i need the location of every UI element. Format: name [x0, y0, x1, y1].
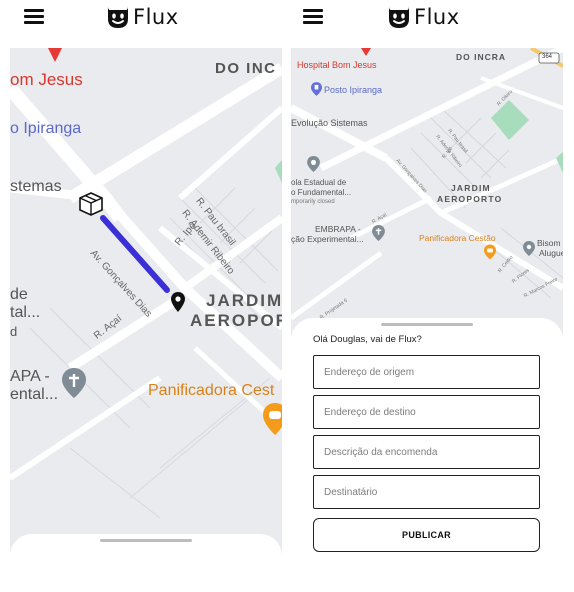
school-poi-icon[interactable] [307, 156, 320, 177]
map-label-sistemas: stemas [10, 178, 62, 195]
map-label-panificadora: Panificadora Cestão [419, 233, 496, 243]
map-label-evolucao: Evolução Sistemas [291, 118, 368, 128]
map-view[interactable]: om Jesus o Ipiranga stemas DO INC de tal… [10, 48, 282, 572]
hamburger-menu-icon[interactable] [24, 9, 44, 25]
map-label-aeroport: AEROPORT [190, 311, 282, 330]
map-label-escola-1: ola Estadual de [291, 178, 347, 187]
map-label-bom-jesus: om Jesus [10, 70, 83, 89]
flux-logo: Flux [105, 2, 179, 32]
brand-name: Flux [414, 5, 460, 29]
destination-address-input[interactable] [313, 395, 540, 429]
hamburger-menu-icon[interactable] [303, 9, 323, 25]
bakery-poi-icon[interactable] [484, 244, 496, 265]
map-view[interactable]: 364 Hospital Bom Jesus Posto Ipiranga Ev… [291, 48, 563, 338]
map-label-de: de [10, 286, 28, 303]
map-label-apa: APA - [10, 368, 50, 385]
map-label-jardim: JARDIM [451, 183, 491, 193]
gas-station-poi-icon[interactable] [311, 82, 322, 101]
embrapa-poi-icon[interactable] [372, 225, 385, 246]
map-label-panificadora: Panificadora Cest [148, 382, 275, 399]
destination-pin-icon[interactable] [171, 292, 185, 317]
map-label-embrapa-1: EMBRAPA - [315, 224, 361, 234]
bisom-poi-icon[interactable] [523, 241, 535, 261]
package-icon[interactable] [78, 191, 104, 222]
map-label-escola-3: mporarily closed [291, 199, 335, 205]
right-screen: Flux 364 Hospital Bom Jesus Posto Ipiran… [291, 0, 563, 592]
brand-name: Flux [133, 5, 179, 29]
recipient-input[interactable] [313, 475, 540, 509]
map-label-tal: tal... [10, 304, 41, 321]
flux-logo-icon [389, 6, 409, 28]
map-label-hospital: Hospital Bom Jesus [297, 60, 377, 70]
map-label-escola-2: o Fundamental... [291, 188, 352, 197]
school-poi-icon[interactable] [62, 368, 86, 403]
map-label-jardim: JARDIM [206, 291, 282, 310]
left-screen: Flux om Jesus o Ipiranga stemas DO INC d… [10, 0, 282, 592]
map-label-bisom-2: Alugue [539, 248, 563, 258]
map-label-ental: ental... [10, 386, 59, 403]
flux-logo-icon [108, 6, 128, 28]
route-shield-label: 364 [542, 54, 553, 60]
bakery-poi-icon[interactable] [263, 403, 282, 440]
sheet-drag-handle[interactable] [100, 539, 192, 542]
sheet-drag-handle[interactable] [381, 323, 473, 326]
publish-button[interactable]: PUBLICAR [313, 518, 540, 552]
map-label-do-inc: DO INC [215, 60, 277, 77]
map-label-ipiranga: o Ipiranga [10, 120, 82, 137]
bottom-sheet-form: Olá Douglas, vai de Flux? PUBLICAR [291, 318, 563, 574]
origin-address-input[interactable] [313, 355, 540, 389]
app-header: Flux [291, 0, 563, 48]
map-label-embrapa-2: ção Experimental... [291, 234, 364, 244]
flux-logo: Flux [386, 2, 460, 32]
map-label-aeroporto: AEROPORTO [437, 194, 503, 204]
map-label-do-incra: DO INCRA [456, 52, 507, 62]
app-header: Flux [10, 0, 282, 48]
map-label-bisom-1: Bisom [537, 238, 561, 248]
package-description-input[interactable] [313, 435, 540, 469]
greeting-text: Olá Douglas, vai de Flux? [313, 334, 422, 345]
map-label-d: d [10, 324, 18, 339]
bottom-sheet-collapsed[interactable] [10, 534, 282, 592]
map-label-posto: Posto Ipiranga [324, 85, 383, 95]
